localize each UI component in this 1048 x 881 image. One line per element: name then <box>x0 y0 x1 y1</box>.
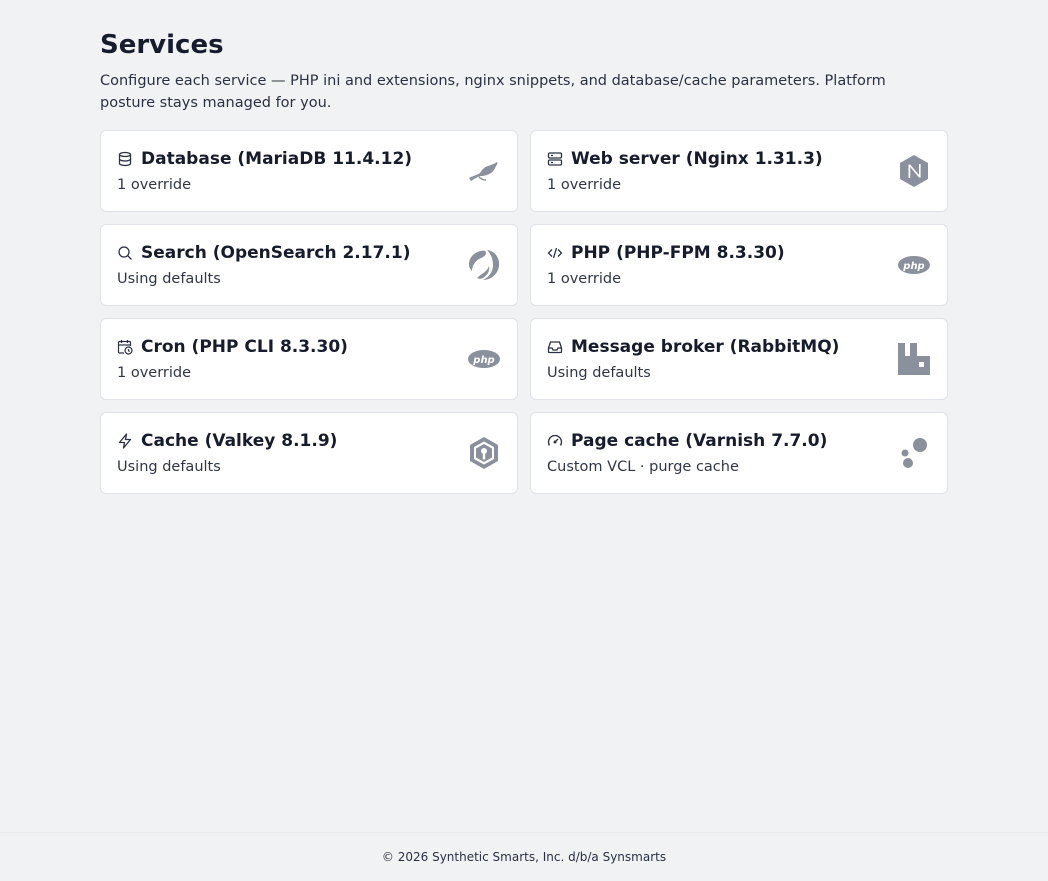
php-logo: php <box>467 342 501 376</box>
mariadb-logo <box>467 154 501 188</box>
svg-text:php: php <box>472 355 494 366</box>
service-card-search[interactable]: Search (OpenSearch 2.17.1) Using default… <box>100 224 518 306</box>
lightning-icon <box>117 433 133 449</box>
valkey-logo <box>467 436 501 470</box>
service-title: Cache (Valkey 8.1.9) <box>141 431 338 451</box>
service-card-page-cache[interactable]: Page cache (Varnish 7.7.0) Custom VCL · … <box>530 412 948 494</box>
gauge-icon <box>547 433 563 449</box>
service-card-message-broker[interactable]: Message broker (RabbitMQ) Using defaults <box>530 318 948 400</box>
service-title: Search (OpenSearch 2.17.1) <box>141 243 411 263</box>
services-page: Services Configure each service — PHP in… <box>100 28 948 494</box>
calendar-clock-icon <box>117 339 133 355</box>
service-title: Cron (PHP CLI 8.3.30) <box>141 337 348 357</box>
service-status[interactable]: Custom VCL · purge cache <box>547 459 931 475</box>
nginx-logo <box>897 154 931 188</box>
rabbitmq-logo <box>897 342 931 376</box>
database-icon <box>117 151 133 167</box>
page-subtitle: Configure each service — PHP ini and ext… <box>100 73 886 111</box>
service-title: Web server (Nginx 1.31.3) <box>571 149 823 169</box>
service-status: Using defaults <box>117 459 221 475</box>
service-status: 1 override <box>117 365 192 381</box>
footer-copyright: © 2026 Synthetic Smarts, Inc. d/b/a Syns… <box>381 850 667 864</box>
service-status: 1 override <box>117 177 192 193</box>
service-card-database[interactable]: Database (MariaDB 11.4.12) 1 override <box>100 130 518 212</box>
service-status: Using defaults <box>117 271 221 287</box>
code-icon <box>547 245 563 261</box>
service-card-web-server[interactable]: Web server (Nginx 1.31.3) 1 override <box>530 130 948 212</box>
service-card-cache[interactable]: Cache (Valkey 8.1.9) Using defaults <box>100 412 518 494</box>
service-title: Database (MariaDB 11.4.12) <box>141 149 413 169</box>
service-title: Page cache (Varnish 7.7.0) <box>571 431 828 451</box>
varnish-logo <box>897 436 931 470</box>
service-status: Using defaults <box>547 365 651 381</box>
svg-text:php: php <box>902 261 924 272</box>
page-title: Services <box>100 30 224 60</box>
server-icon <box>547 151 563 167</box>
service-card-cron[interactable]: Cron (PHP CLI 8.3.30) 1 override php <box>100 318 518 400</box>
php-logo: php <box>897 248 931 282</box>
services-grid: Database (MariaDB 11.4.12) 1 override We… <box>100 130 948 494</box>
service-title: PHP (PHP-FPM 8.3.30) <box>571 243 785 263</box>
search-icon <box>117 245 133 261</box>
service-card-php[interactable]: PHP (PHP-FPM 8.3.30) 1 override php <box>530 224 948 306</box>
inbox-icon <box>547 339 563 355</box>
service-status: 1 override <box>547 177 622 193</box>
footer: © 2026 Synthetic Smarts, Inc. d/b/a Syns… <box>0 832 1048 881</box>
service-status: 1 override <box>547 271 622 287</box>
opensearch-logo <box>467 248 501 282</box>
service-title: Message broker (RabbitMQ) <box>571 337 840 357</box>
